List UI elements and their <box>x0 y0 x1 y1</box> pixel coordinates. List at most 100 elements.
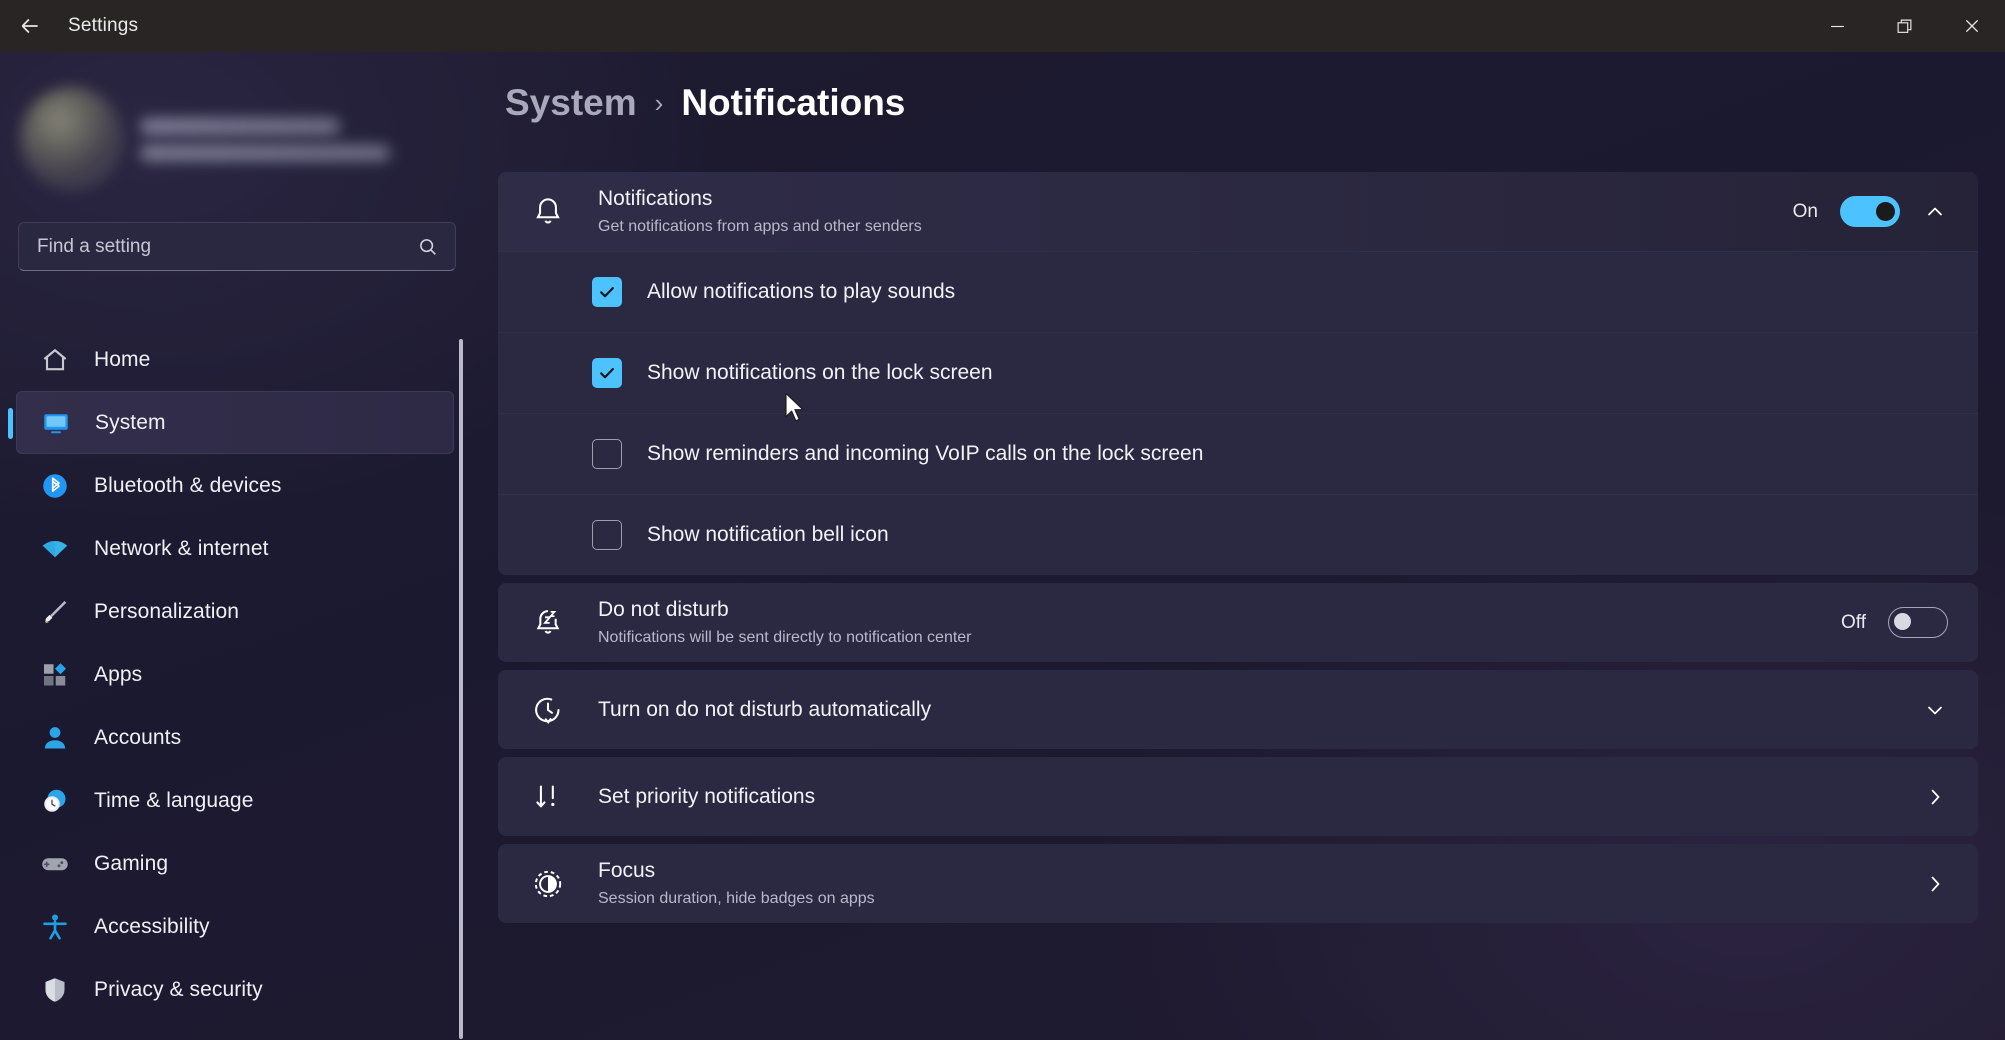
window-title: Settings <box>68 15 139 36</box>
home-icon <box>38 343 72 377</box>
check-icon <box>600 287 614 298</box>
notifications-title: Notifications <box>598 186 713 210</box>
back-button[interactable] <box>0 0 60 52</box>
checkbox-lock-screen[interactable] <box>592 358 622 388</box>
sidebar-item-label: Gaming <box>94 851 169 875</box>
sidebar-item-windows-update[interactable]: Windows Update <box>16 1021 454 1040</box>
notifications-header-row[interactable]: Notifications Get notifications from app… <box>498 172 1978 251</box>
do-not-disturb-state-label: Off <box>1841 611 1866 633</box>
sidebar-nav: Home System Bluetooth & devices Network … <box>0 328 470 1040</box>
sidebar-item-gaming[interactable]: Gaming <box>16 832 454 895</box>
focus-icon <box>526 862 570 906</box>
main-content: System › Notifications Notifications Get <box>470 52 2005 1040</box>
checkbox-voip-reminders[interactable] <box>592 439 622 469</box>
accessibility-person-icon <box>38 910 72 944</box>
do-not-disturb-controls: Off <box>1841 607 1948 638</box>
notifications-state-label: On <box>1792 200 1818 222</box>
checkbox-label: Show notification bell icon <box>647 523 889 546</box>
focus-subtitle: Session duration, hide badges on apps <box>598 890 875 908</box>
profile-name-blurred <box>140 117 340 135</box>
restore-icon <box>1897 19 1912 33</box>
sidebar-item-accounts[interactable]: Accounts <box>16 706 454 769</box>
do-not-disturb-toggle[interactable] <box>1888 607 1948 638</box>
window-controls <box>1804 0 2005 52</box>
toggle-knob <box>1876 202 1895 221</box>
check-icon <box>600 368 614 379</box>
notifications-controls: On <box>1793 196 1948 227</box>
do-not-disturb-subtitle: Notifications will be sent directly to n… <box>598 629 972 647</box>
focus-title: Focus <box>598 858 656 882</box>
focus-row[interactable]: Focus Session duration, hide badges on a… <box>498 844 1978 923</box>
dnd-automatic-row[interactable]: Turn on do not disturb automatically <box>498 670 1978 749</box>
sidebar-item-accessibility[interactable]: Accessibility <box>16 895 454 958</box>
checkbox-label: Show reminders and incoming VoIP calls o… <box>647 442 1204 465</box>
checkbox-row-bell-icon[interactable]: Show notification bell icon <box>498 494 1978 575</box>
sidebar-item-privacy-security[interactable]: Privacy & security <box>16 958 454 1021</box>
sidebar-item-label: Privacy & security <box>94 977 263 1001</box>
maximize-button[interactable] <box>1871 0 1938 52</box>
close-button[interactable] <box>1938 0 2005 52</box>
avatar <box>20 87 124 191</box>
priority-notifications-row[interactable]: Set priority notifications <box>498 757 1978 836</box>
title-bar: Settings <box>0 0 2005 52</box>
breadcrumb-separator-icon: › <box>654 87 664 118</box>
sidebar-item-label: Bluetooth & devices <box>94 473 282 497</box>
search-input[interactable] <box>37 235 417 258</box>
notifications-subtitle: Get notifications from apps and other se… <box>598 218 922 236</box>
dnd-automatic-texts: Turn on do not disturb automatically <box>598 696 931 723</box>
sidebar-item-label: Accessibility <box>94 914 210 938</box>
focus-controls <box>1922 872 1948 896</box>
clock-arrow-icon <box>526 688 570 732</box>
focus-texts: Focus Session duration, hide badges on a… <box>598 857 875 910</box>
sidebar-item-label: Accounts <box>94 725 182 749</box>
notifications-card: Notifications Get notifications from app… <box>498 172 1978 575</box>
arrow-left-icon <box>21 18 38 34</box>
sidebar-item-apps[interactable]: Apps <box>16 643 454 706</box>
sidebar-item-label: Home <box>94 347 151 371</box>
chevron-right-icon[interactable] <box>1922 785 1948 809</box>
checkbox-row-voip-reminders[interactable]: Show reminders and incoming VoIP calls o… <box>498 413 1978 494</box>
checkbox-bell-icon[interactable] <box>592 520 622 550</box>
sidebar-item-system[interactable]: System <box>8 391 454 454</box>
gamepad-icon <box>38 847 72 881</box>
bluetooth-icon <box>38 469 72 503</box>
do-not-disturb-title: Do not disturb <box>598 597 729 621</box>
dnd-automatic-controls <box>1922 698 1948 722</box>
do-not-disturb-row[interactable]: Do not disturb Notifications will be sen… <box>498 583 1978 662</box>
close-icon <box>1965 19 1978 33</box>
search-icon <box>420 238 436 255</box>
sidebar-item-label: Apps <box>94 662 143 686</box>
checkbox-label: Show notifications on the lock screen <box>647 361 993 384</box>
priority-notifications-title: Set priority notifications <box>598 784 816 808</box>
sidebar-item-label: Network & internet <box>94 536 269 560</box>
checkbox-allow-sounds[interactable] <box>592 277 622 307</box>
toggle-knob <box>1894 613 1911 630</box>
chevron-right-icon[interactable] <box>1922 872 1948 896</box>
sidebar-item-home[interactable]: Home <box>16 328 454 391</box>
dnd-automatic-title: Turn on do not disturb automatically <box>598 697 932 721</box>
clock-globe-icon <box>38 784 72 818</box>
system-monitor-icon <box>39 406 73 440</box>
sidebar-item-personalization[interactable]: Personalization <box>16 580 454 643</box>
bell-sleep-icon <box>526 601 570 645</box>
checkbox-row-allow-sounds[interactable]: Allow notifications to play sounds <box>498 251 1978 332</box>
sidebar-item-network-internet[interactable]: Network & internet <box>16 517 454 580</box>
minimize-button[interactable] <box>1804 0 1871 52</box>
breadcrumb-parent[interactable]: System <box>505 82 637 124</box>
checkbox-row-lock-screen[interactable]: Show notifications on the lock screen <box>498 332 1978 413</box>
sidebar-item-label: Personalization <box>94 599 240 623</box>
update-refresh-icon <box>38 1036 72 1040</box>
chevron-down-icon[interactable] <box>1922 698 1948 722</box>
notifications-toggle[interactable] <box>1840 196 1900 227</box>
chevron-up-icon[interactable] <box>1922 200 1948 224</box>
sidebar-scrollbar[interactable] <box>459 339 463 1039</box>
priority-arrow-icon <box>526 775 570 819</box>
sidebar: Home System <box>0 52 470 1040</box>
priority-notifications-texts: Set priority notifications <box>598 783 815 810</box>
search-box[interactable] <box>18 222 456 271</box>
bell-icon <box>526 190 570 234</box>
sidebar-item-time-language[interactable]: Time & language <box>16 769 454 832</box>
page-title: Notifications <box>681 82 906 123</box>
user-profile[interactable] <box>20 87 390 191</box>
sidebar-item-bluetooth-devices[interactable]: Bluetooth & devices <box>16 454 454 517</box>
